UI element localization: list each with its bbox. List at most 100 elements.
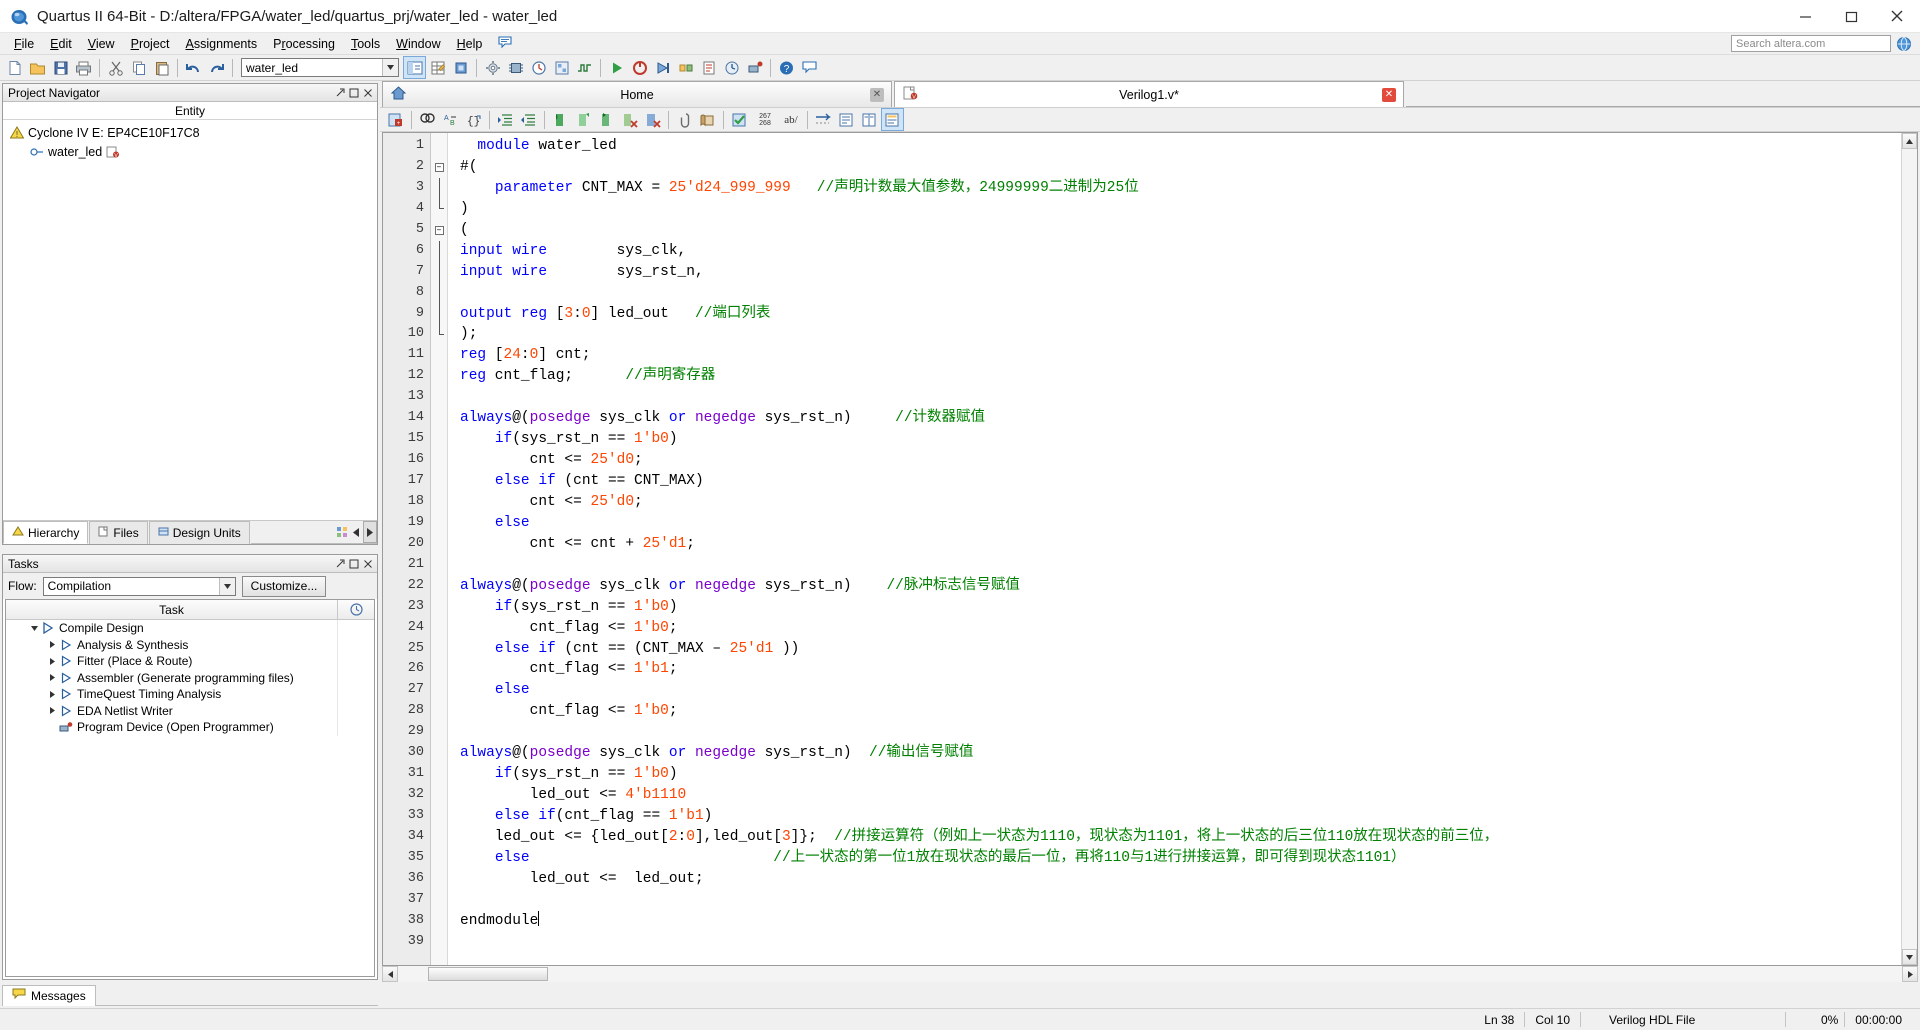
float-icon[interactable] bbox=[348, 558, 359, 569]
help-globe-icon[interactable] bbox=[1896, 36, 1912, 52]
code-line[interactable]: else bbox=[448, 513, 1901, 534]
code-line[interactable]: cnt <= 25'd0; bbox=[448, 492, 1901, 513]
menu-edit[interactable]: Edit bbox=[42, 35, 80, 53]
flow-combo[interactable]: Compilation bbox=[42, 576, 236, 596]
pin-icon[interactable] bbox=[334, 87, 345, 98]
assembler-icon[interactable] bbox=[698, 57, 719, 78]
editor-horizontal-scrollbar[interactable] bbox=[382, 966, 1918, 982]
analysis-synthesis-icon[interactable] bbox=[652, 57, 673, 78]
doc-tab-verilog[interactable]: V Verilog1.v* ✕ bbox=[894, 81, 1404, 107]
code-editor[interactable]: 1 2 3 4 5 6 7 8 9 10 11 12 13 14 15 16 17 18 19 20 21 22 23 24 2… bbox=[382, 132, 1918, 966]
cut-icon[interactable] bbox=[105, 57, 126, 78]
line-numbers-icon[interactable]: 267 268 bbox=[752, 109, 778, 130]
close-tab-icon[interactable]: ✕ bbox=[870, 87, 884, 102]
fold-guide-end[interactable] bbox=[431, 198, 447, 220]
task-row[interactable]: TimeQuest Timing Analysis bbox=[6, 686, 374, 703]
uncomment-icon[interactable] bbox=[573, 109, 594, 130]
comment-icon[interactable] bbox=[550, 109, 571, 130]
fitter-icon[interactable] bbox=[675, 57, 696, 78]
code-folding-column[interactable]: – – bbox=[431, 133, 448, 965]
code-line[interactable]: #( bbox=[448, 157, 1901, 178]
code-line[interactable]: else if (cnt == (CNT_MAX – 25'd1 )) bbox=[448, 639, 1901, 660]
code-line[interactable]: cnt <= 25'd0; bbox=[448, 450, 1901, 471]
fold-guide-end[interactable] bbox=[431, 324, 447, 345]
code-line[interactable] bbox=[448, 890, 1901, 911]
float-icon[interactable] bbox=[348, 87, 359, 98]
expand-icon[interactable] bbox=[46, 641, 59, 649]
chevron-down-icon[interactable] bbox=[218, 577, 235, 595]
find-icon[interactable] bbox=[417, 109, 438, 130]
scroll-down-arrow[interactable] bbox=[1902, 949, 1917, 965]
split-view-icon[interactable] bbox=[859, 109, 880, 130]
ip-components-icon[interactable] bbox=[335, 521, 349, 543]
insert-file-icon[interactable] bbox=[596, 109, 617, 130]
replace-icon[interactable]: AB bbox=[440, 109, 461, 130]
stop-icon[interactable] bbox=[629, 57, 650, 78]
menu-tools[interactable]: Tools bbox=[343, 35, 388, 53]
code-line[interactable]: always@(posedge sys_clk or negedge sys_r… bbox=[448, 408, 1901, 429]
code-line[interactable]: cnt <= cnt + 25'd1; bbox=[448, 534, 1901, 555]
assignment-editor-icon[interactable] bbox=[427, 57, 448, 78]
code-line[interactable]: input wire sys_rst_n, bbox=[448, 262, 1901, 283]
undo-icon[interactable] bbox=[183, 57, 204, 78]
scroll-right-icon[interactable] bbox=[363, 521, 377, 543]
menu-view[interactable]: View bbox=[80, 35, 123, 53]
tasks-rows[interactable]: Compile Design Analysis & Synthesis Fitt… bbox=[6, 620, 374, 976]
note-icon[interactable] bbox=[490, 34, 521, 54]
editor-vertical-scrollbar[interactable] bbox=[1901, 133, 1917, 965]
close-tab-icon[interactable]: ✕ bbox=[1382, 87, 1396, 102]
task-row[interactable]: Compile Design bbox=[6, 620, 374, 637]
doc-tab-home[interactable]: Home ✕ bbox=[382, 81, 892, 107]
script-icon[interactable] bbox=[697, 109, 718, 130]
code-line[interactable]: else if (cnt == CNT_MAX) bbox=[448, 471, 1901, 492]
expand-icon[interactable] bbox=[46, 657, 59, 665]
pin-planner-icon[interactable] bbox=[450, 57, 471, 78]
word-wrap-icon[interactable] bbox=[813, 109, 834, 130]
menu-project[interactable]: Project bbox=[123, 35, 178, 53]
expand-icon[interactable] bbox=[46, 674, 59, 682]
remove-bookmark-icon[interactable] bbox=[619, 109, 640, 130]
fold-guide-line[interactable] bbox=[431, 261, 447, 283]
programmer-icon[interactable] bbox=[744, 57, 765, 78]
code-line[interactable]: ); bbox=[448, 324, 1901, 345]
code-line[interactable]: led_out <= {led_out[2:0],led_out[3]}; //… bbox=[448, 827, 1901, 848]
scroll-track[interactable] bbox=[398, 966, 1902, 982]
fold-guide-line[interactable] bbox=[431, 282, 447, 304]
new-file-icon[interactable] bbox=[4, 57, 25, 78]
timing-analyzer-icon[interactable] bbox=[528, 57, 549, 78]
save-file-icon[interactable] bbox=[50, 57, 71, 78]
scroll-left-icon[interactable] bbox=[349, 521, 363, 543]
entity-tree[interactable]: ! Cyclone IV E: EP4CE10F17C8 water_led V bbox=[3, 120, 377, 520]
open-file-icon[interactable] bbox=[27, 57, 48, 78]
revision-combo[interactable]: water_led bbox=[241, 58, 399, 77]
decrease-indent-icon[interactable] bbox=[518, 109, 539, 130]
fold-guide-line[interactable] bbox=[431, 240, 447, 262]
code-line[interactable]: ) bbox=[448, 199, 1901, 220]
goto-icon[interactable]: {} bbox=[463, 109, 484, 130]
paste-icon[interactable] bbox=[151, 57, 172, 78]
close-icon[interactable] bbox=[362, 558, 373, 569]
code-line[interactable]: always@(posedge sys_clk or negedge sys_r… bbox=[448, 743, 1901, 764]
clear-bookmarks-icon[interactable] bbox=[642, 109, 663, 130]
code-line[interactable] bbox=[448, 932, 1901, 953]
scroll-thumb[interactable] bbox=[428, 967, 548, 981]
code-line[interactable]: led_out <= 4'b1110 bbox=[448, 785, 1901, 806]
status-icon[interactable] bbox=[881, 108, 904, 131]
tab-hierarchy[interactable]: Hierarchy bbox=[3, 521, 89, 544]
code-line[interactable]: input wire sys_clk, bbox=[448, 241, 1901, 262]
task-row[interactable]: Assembler (Generate programming files) bbox=[6, 669, 374, 686]
code-line[interactable]: if(sys_rst_n == 1'b0) bbox=[448, 764, 1901, 785]
code-line[interactable]: led_out <= led_out; bbox=[448, 869, 1901, 890]
collapse-icon[interactable] bbox=[28, 625, 41, 632]
code-line[interactable] bbox=[448, 555, 1901, 576]
start-compilation-icon[interactable] bbox=[606, 57, 627, 78]
code-line[interactable]: cnt_flag <= 1'b0; bbox=[448, 701, 1901, 722]
fold-guide-line[interactable] bbox=[431, 177, 447, 199]
task-row[interactable]: Program Device (Open Programmer) bbox=[6, 719, 374, 736]
code-line[interactable]: module water_led bbox=[448, 136, 1901, 157]
code-line[interactable]: parameter CNT_MAX = 25'd24_999_999 //声明计… bbox=[448, 178, 1901, 199]
help-icon[interactable]: ? bbox=[776, 57, 797, 78]
code-line[interactable]: reg cnt_flag; //声明寄存器 bbox=[448, 366, 1901, 387]
abbrev-icon[interactable]: ab/ bbox=[780, 109, 802, 130]
fold-collapse-icon[interactable]: – bbox=[431, 157, 447, 178]
